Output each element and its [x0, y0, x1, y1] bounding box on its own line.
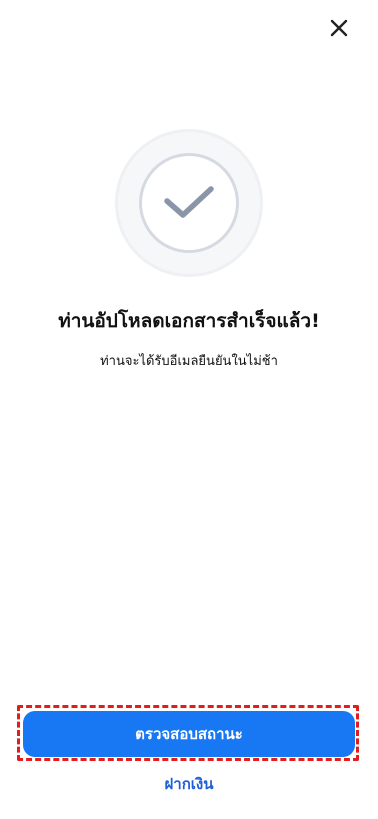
close-button[interactable]	[322, 11, 356, 45]
close-icon	[330, 19, 348, 37]
success-subtitle: ท่านจะได้รับอีเมลยืนยันในไม่ช้า	[100, 354, 278, 369]
checkmark-icon	[164, 186, 214, 218]
success-ring	[139, 153, 239, 253]
deposit-link[interactable]: ฝากเงิน	[0, 772, 378, 796]
success-title: ท่านอัปโหลดเอกสารสำเร็จแล้ว!	[58, 310, 320, 332]
success-badge	[118, 132, 260, 274]
check-status-button[interactable]: ตรวจสอบสถานะ	[23, 711, 355, 757]
